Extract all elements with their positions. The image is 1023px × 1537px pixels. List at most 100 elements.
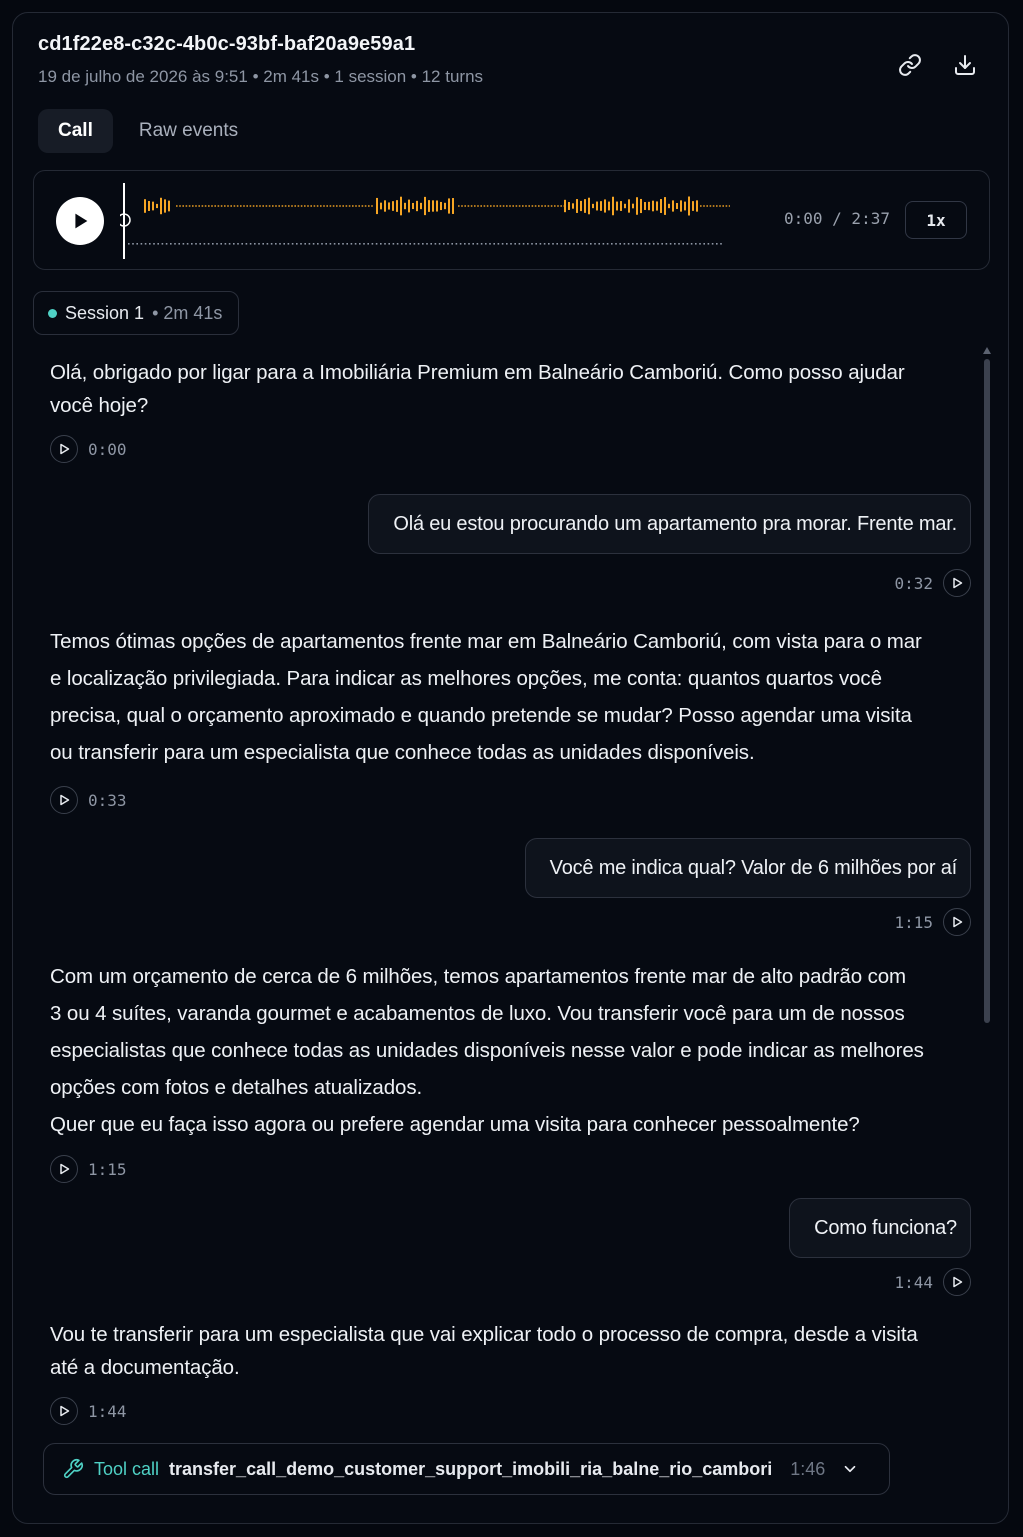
waveform-bar (361, 205, 364, 207)
waveform-dot (228, 243, 231, 245)
tool-call-row[interactable]: Tool call transfer_call_demo_customer_su… (43, 1443, 890, 1495)
waveform-bar (252, 205, 255, 207)
waveform-dot (703, 243, 705, 245)
waveform-bar (227, 205, 229, 207)
waveform-bar (297, 205, 300, 207)
waveform-bar (233, 205, 236, 207)
waveform-bar (392, 201, 394, 211)
waveform-bar (509, 205, 511, 207)
waveform-bar (448, 198, 450, 214)
waveform-dot (241, 243, 243, 245)
waveform-bar (164, 199, 166, 213)
playback-speed-button[interactable]: 1x (905, 201, 967, 239)
waveform-dot (510, 243, 512, 245)
tab-raw-events[interactable]: Raw events (119, 109, 258, 153)
waveform-bar (525, 205, 527, 207)
waveform-dot (153, 243, 155, 245)
waveform-dot (245, 243, 248, 245)
agent-message: Com um orçamento de cerca de 6 milhões, … (50, 958, 924, 1143)
play-button[interactable] (56, 197, 104, 245)
session-tab[interactable]: Session 1 • 2m 41s (33, 291, 240, 335)
play-icon (75, 213, 88, 229)
waveform-dot (711, 243, 714, 245)
waveform-bar (554, 205, 556, 207)
user-message-bubble: Você me indica qual? Valor de 6 milhões … (524, 838, 971, 898)
waveform-bar (477, 205, 479, 207)
waveform-bar (236, 205, 239, 207)
tab-bar: Call Raw events (38, 109, 258, 153)
turn-time: 1:15 (88, 1159, 127, 1179)
play-turn-button[interactable] (943, 1268, 971, 1296)
waveform-bar (424, 196, 426, 216)
waveform-dot (199, 243, 201, 245)
waveform-bar (660, 199, 662, 213)
waveform-dot (522, 243, 525, 245)
chevron-down-icon[interactable] (841, 1460, 859, 1478)
waveform-bar (396, 200, 398, 212)
waveform-bar (608, 201, 610, 211)
waveform-scrubber[interactable] (120, 183, 730, 259)
waveform-bar (560, 205, 562, 207)
waveform-dot (325, 243, 327, 245)
waveform-bar (284, 205, 287, 207)
waveform-bar (544, 205, 546, 207)
download-button[interactable] (949, 49, 981, 81)
waveform-dot (552, 243, 554, 245)
waveform-dot (233, 243, 235, 245)
waveform-bar (628, 199, 630, 213)
waveform-dot (501, 243, 504, 245)
waveform-bar (192, 205, 194, 207)
waveform-bar (294, 205, 296, 207)
message-line: e localização privilegiada. Para indicar… (50, 667, 882, 690)
waveform-dot (493, 243, 495, 245)
waveform-bar (408, 199, 410, 213)
playhead[interactable] (123, 183, 125, 259)
waveform-bar (214, 205, 216, 207)
waveform-dot (161, 243, 164, 245)
waveform-bar (262, 205, 264, 207)
waveform-bar (684, 201, 686, 211)
agent-message: Vou te transferir para um especialista q… (50, 1318, 918, 1384)
play-turn-button[interactable] (50, 435, 78, 463)
waveform-bar (211, 205, 213, 207)
play-turn-button[interactable] (943, 569, 971, 597)
waveform-dot (304, 243, 306, 245)
play-turn-button[interactable] (50, 786, 78, 814)
waveform-bar (195, 205, 197, 207)
turn-timestamp: 0:33 (50, 786, 127, 814)
waveform-bar (496, 205, 498, 207)
waveform-dot (262, 243, 264, 245)
turn-time: 0:32 (894, 573, 933, 593)
scroll-up-arrow-icon[interactable] (983, 346, 991, 356)
waveform-dot (384, 243, 386, 245)
turn-timestamp: 0:32 (894, 569, 971, 597)
waveform-dot (149, 243, 151, 245)
scrollbar-thumb[interactable] (984, 359, 990, 1023)
waveform-dot (136, 243, 138, 245)
waveform-bar (632, 203, 634, 209)
waveform-bar (483, 205, 486, 207)
waveform-dot (338, 243, 340, 245)
play-turn-button[interactable] (943, 908, 971, 936)
waveform-dot (346, 243, 348, 245)
play-turn-button[interactable] (50, 1397, 78, 1425)
copy-link-button[interactable] (894, 49, 926, 81)
waveform-bar (464, 205, 466, 207)
waveform-dot (716, 243, 718, 245)
tab-call[interactable]: Call (38, 109, 113, 153)
waveform-bar (313, 205, 316, 207)
waveform-dot (178, 243, 180, 245)
waveform-dot (636, 243, 638, 245)
call-metadata: 19 de julho de 2026 às 9:51 • 2m 41s • 1… (38, 67, 484, 86)
play-icon (60, 1163, 70, 1175)
waveform-dot (191, 243, 193, 245)
waveform-dot (132, 243, 134, 245)
waveform-bar (700, 205, 702, 207)
waveform-dot (249, 243, 252, 245)
waveform-bar (188, 205, 191, 207)
waveform-dot (611, 243, 613, 245)
waveform-bar (444, 202, 446, 210)
waveform-bar (412, 202, 414, 210)
waveform-bar (420, 202, 422, 210)
play-turn-button[interactable] (50, 1155, 78, 1183)
